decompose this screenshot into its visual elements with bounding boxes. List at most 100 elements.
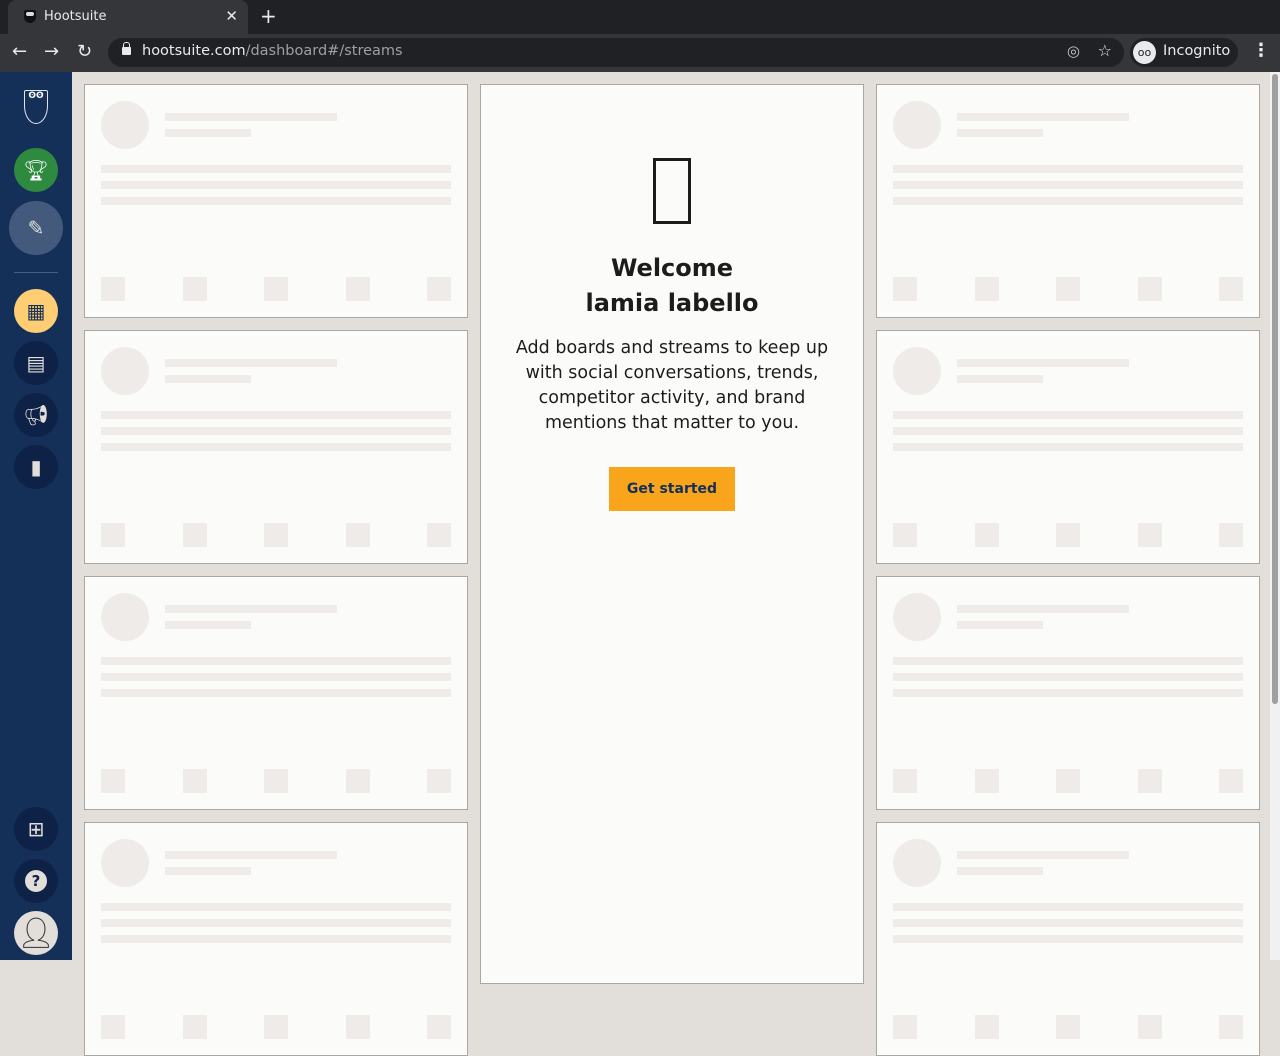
skeleton-placeholder	[1219, 277, 1243, 301]
skeleton-placeholder	[893, 523, 917, 547]
close-tab-icon[interactable]: ✕	[225, 7, 238, 25]
browser-tab[interactable]: Hootsuite ✕	[8, 0, 248, 34]
back-icon[interactable]: ←	[12, 41, 27, 62]
skeleton-placeholder	[893, 181, 1243, 189]
user-name: lamia labello	[585, 289, 759, 317]
skeleton-placeholder	[957, 113, 1129, 121]
browser-toolbar: ← → ↻ hootsuite.com/dashboard#/streams ◎…	[0, 34, 1280, 72]
skeleton-placeholder	[101, 673, 451, 681]
skeleton-placeholder	[101, 197, 451, 205]
get-started-button[interactable]: Get started	[609, 467, 735, 511]
skeleton-placeholder	[893, 277, 917, 301]
incognito-badge[interactable]: oo Incognito	[1130, 38, 1238, 67]
skeleton-placeholder	[427, 769, 451, 793]
skeleton-placeholder	[101, 443, 451, 451]
skeleton-placeholder	[893, 657, 1243, 665]
skeleton-placeholder	[427, 277, 451, 301]
url-path: /dashboard#/streams	[245, 43, 403, 59]
planner-calendar-icon[interactable]: ▤	[14, 341, 58, 385]
skeleton-placeholder	[1138, 1015, 1162, 1039]
skeleton-placeholder	[165, 129, 251, 137]
skeleton-placeholder	[183, 1015, 207, 1039]
trophy-icon[interactable]: 🏆︎	[14, 148, 58, 192]
user-avatar-icon[interactable]: 👤︎	[14, 911, 58, 955]
skeleton-placeholder	[893, 165, 1243, 173]
hootsuite-logo-icon[interactable]: ʘʘ	[24, 90, 48, 124]
welcome-icon	[653, 158, 691, 224]
reload-icon[interactable]: ↻	[77, 41, 92, 62]
skeleton-placeholder	[101, 427, 451, 435]
skeleton-placeholder	[893, 593, 941, 641]
skeleton-placeholder	[893, 689, 1243, 697]
skeleton-placeholder	[957, 851, 1129, 859]
skeleton-placeholder	[165, 867, 251, 875]
scrollbar-thumb[interactable]	[1272, 74, 1278, 704]
skeleton-placeholder	[893, 919, 1243, 927]
skeleton-placeholder	[427, 1015, 451, 1039]
skeleton-placeholder	[893, 411, 1243, 419]
skeleton-stream-card	[84, 576, 468, 810]
skeleton-placeholder	[101, 935, 451, 943]
browser-menu-icon[interactable]: ⋮	[1252, 40, 1270, 61]
skeleton-placeholder	[957, 129, 1043, 137]
skeleton-stream-card	[876, 576, 1260, 810]
skeleton-placeholder	[975, 769, 999, 793]
skeleton-placeholder	[893, 347, 941, 395]
skeleton-placeholder	[101, 657, 451, 665]
skeleton-placeholder	[183, 769, 207, 793]
skeleton-placeholder	[165, 359, 337, 367]
compose-icon[interactable]: ✎	[9, 201, 63, 255]
skeleton-placeholder	[957, 605, 1129, 613]
skeleton-placeholder	[101, 1015, 125, 1039]
scrollbar[interactable]	[1270, 72, 1280, 960]
skeleton-stream-card	[84, 330, 468, 564]
skeleton-placeholder	[101, 101, 149, 149]
welcome-heading: Welcome lamia labello	[481, 251, 863, 321]
skeleton-placeholder	[427, 523, 451, 547]
skeleton-placeholder	[1219, 1015, 1243, 1039]
skeleton-placeholder	[183, 277, 207, 301]
skeleton-placeholder	[893, 1015, 917, 1039]
skeleton-placeholder	[1138, 769, 1162, 793]
skeleton-stream-card	[84, 822, 468, 1056]
skeleton-placeholder	[1219, 523, 1243, 547]
skeleton-placeholder	[1219, 769, 1243, 793]
skeleton-placeholder	[264, 1015, 288, 1039]
skeleton-stream-card	[876, 822, 1260, 1056]
skeleton-placeholder	[893, 769, 917, 793]
new-tab-button[interactable]: +	[260, 4, 277, 28]
skeleton-stream-card	[876, 84, 1260, 318]
forward-icon[interactable]: →	[44, 41, 59, 62]
skeleton-placeholder	[893, 673, 1243, 681]
skeleton-placeholder	[346, 277, 370, 301]
skeleton-placeholder	[165, 375, 251, 383]
skeleton-placeholder	[165, 113, 337, 121]
skeleton-placeholder	[183, 523, 207, 547]
skeleton-placeholder	[101, 411, 451, 419]
skeleton-placeholder	[264, 769, 288, 793]
skeleton-placeholder	[101, 181, 451, 189]
address-bar[interactable]: hootsuite.com/dashboard#/streams ◎ ☆	[108, 38, 1124, 67]
skeleton-placeholder	[165, 605, 337, 613]
help-icon[interactable]: ?	[14, 859, 58, 903]
welcome-description: Add boards and streams to keep up with s…	[515, 338, 829, 433]
skeleton-placeholder	[893, 443, 1243, 451]
welcome-panel: Welcome lamia labello Add boards and stre…	[480, 84, 864, 984]
skeleton-placeholder	[893, 935, 1243, 943]
skeleton-placeholder	[101, 769, 125, 793]
skeleton-placeholder	[101, 903, 451, 911]
tracking-blocked-icon[interactable]: ◎	[1067, 42, 1080, 60]
lock-icon	[122, 42, 131, 55]
skeleton-placeholder	[101, 165, 451, 173]
bookmark-star-icon[interactable]: ☆	[1098, 41, 1112, 60]
skeleton-placeholder	[893, 197, 1243, 205]
skeleton-placeholder	[101, 593, 149, 641]
analytics-chart-icon[interactable]: ▮	[14, 445, 58, 489]
skeleton-placeholder	[101, 839, 149, 887]
streams-icon[interactable]: ▦	[14, 289, 58, 333]
apps-grid-icon[interactable]: ⊞	[14, 807, 58, 851]
sidebar: ʘʘ 🏆︎ ✎ ▦ ▤ 📢︎ ▮ ⊞ ? 👤︎	[0, 72, 72, 960]
skeleton-placeholder	[101, 277, 125, 301]
skeleton-placeholder	[346, 523, 370, 547]
advertise-megaphone-icon[interactable]: 📢︎	[14, 393, 58, 437]
